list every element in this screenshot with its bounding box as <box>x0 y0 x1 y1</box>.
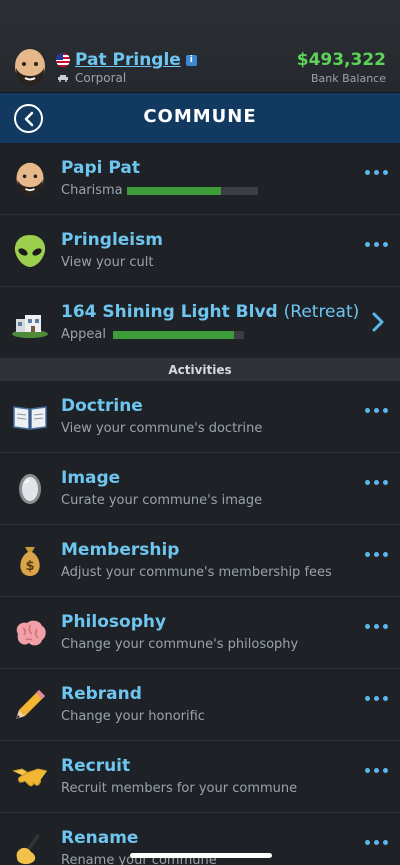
handshake-icon <box>10 757 50 797</box>
player-header: Pat Pringle i Corporal $493,322 Bank Bal… <box>0 0 400 93</box>
us-flag-icon <box>56 53 70 67</box>
player-name-row: Pat Pringle i <box>56 50 197 70</box>
bank-balance-label: Bank Balance <box>311 72 386 85</box>
page-title: COMMUNE <box>143 106 257 127</box>
more-options-icon[interactable] <box>365 242 388 247</box>
more-options-icon[interactable] <box>365 408 388 413</box>
list-item-title: Rename <box>61 828 139 848</box>
player-rank: Corporal <box>75 71 127 85</box>
rank-row: Corporal <box>57 71 126 85</box>
list-item-membership[interactable]: $ Membership Adjust your commune's membe… <box>0 525 400 597</box>
list-item-image[interactable]: Image Curate your commune's image <box>0 453 400 525</box>
list-item-title: 164 Shining Light Blvd (Retreat) <box>61 302 360 322</box>
list-item-title: Philosophy <box>61 612 167 632</box>
home-indicator[interactable] <box>130 853 272 858</box>
list-item-retreat[interactable]: 164 Shining Light Blvd (Retreat) Appeal <box>0 287 400 359</box>
list-item-title: Recruit <box>61 756 131 776</box>
more-options-icon[interactable] <box>365 480 388 485</box>
list-item-subtitle: Adjust your commune's membership fees <box>61 565 332 580</box>
list-item-doctrine[interactable]: Doctrine View your commune's doctrine <box>0 381 400 453</box>
title-bar: COMMUNE <box>0 93 400 143</box>
list-item-subtitle: Charisma <box>61 183 123 198</box>
charisma-bar-fill <box>127 187 222 195</box>
list-item-subtitle: Change your honorific <box>61 709 205 724</box>
list-item-subtitle: View your cult <box>61 255 154 270</box>
list-item-philosophy[interactable]: Philosophy Change your commune's philoso… <box>0 597 400 669</box>
list-item-title: Rebrand <box>61 684 142 704</box>
list-item-subtitle: Curate your commune's image <box>61 493 263 508</box>
more-options-icon[interactable] <box>365 624 388 629</box>
car-icon <box>58 75 68 82</box>
more-options-icon[interactable] <box>365 552 388 557</box>
pencil-icon <box>10 685 50 725</box>
list-item-cult[interactable]: Pringleism View your cult <box>0 215 400 287</box>
more-options-icon[interactable] <box>365 170 388 175</box>
charisma-bar <box>127 187 258 195</box>
list-item-title: Membership <box>61 540 180 560</box>
brain-icon <box>10 613 50 653</box>
more-options-icon[interactable] <box>365 696 388 701</box>
writing-hand-icon <box>10 829 50 865</box>
bank-balance: $493,322 <box>296 50 386 70</box>
chevron-right-icon[interactable] <box>371 311 385 337</box>
money-bag-icon: $ <box>10 541 50 581</box>
list-item-subtitle: Change your commune's philosophy <box>61 637 299 652</box>
appeal-bar <box>113 331 244 339</box>
player-avatar[interactable] <box>10 46 50 88</box>
section-header-activities: Activities <box>0 359 400 381</box>
house-icon <box>10 303 50 343</box>
bald-man-face-icon <box>10 159 50 199</box>
list-item-rebrand[interactable]: Rebrand Change your honorific <box>0 669 400 741</box>
open-book-icon <box>10 397 50 437</box>
list-item-recruit[interactable]: Recruit Recruit members for your commune <box>0 741 400 813</box>
alien-icon <box>10 231 50 271</box>
list-item-subtitle: View your commune's doctrine <box>61 421 263 436</box>
player-name[interactable]: Pat Pringle <box>75 50 181 70</box>
list-item-title: Papi Pat <box>61 158 140 178</box>
more-options-icon[interactable] <box>365 840 388 845</box>
list-item-charisma[interactable]: Papi Pat Charisma <box>0 143 400 215</box>
svg-text:$: $ <box>25 559 34 574</box>
appeal-bar-fill <box>113 331 234 339</box>
list-item-title: Image <box>61 468 121 488</box>
list-item-title: Pringleism <box>61 230 163 250</box>
list-item-title: Doctrine <box>61 396 143 416</box>
list-item-subtitle: Appeal <box>61 327 106 342</box>
more-options-icon[interactable] <box>365 768 388 773</box>
list-item-subtitle: Recruit members for your commune <box>61 781 298 796</box>
info-icon[interactable]: i <box>185 54 197 66</box>
mirror-icon <box>10 469 50 509</box>
